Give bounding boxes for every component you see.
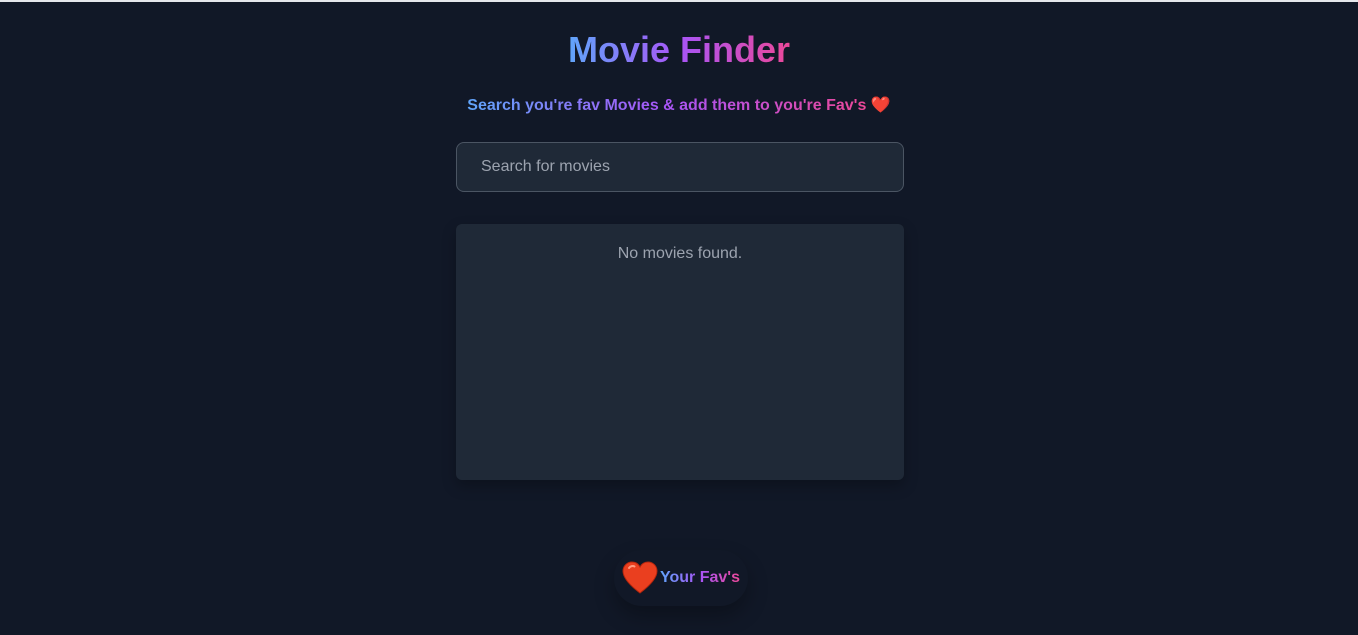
favorites-label: Your Fav's — [660, 569, 740, 586]
page-title-text: Movie Finder — [567, 29, 791, 70]
results-panel: No movies found. — [456, 224, 904, 480]
page-title: Movie Finder — [0, 30, 1358, 70]
subtitle-text: Search you're fav Movies & add them to y… — [467, 97, 867, 114]
page-subtitle: Search you're fav Movies & add them to y… — [0, 96, 1358, 116]
favorites-button[interactable]: Your Fav's — [614, 550, 748, 606]
empty-results-message: No movies found. — [617, 245, 743, 262]
search-input[interactable] — [456, 142, 904, 192]
heart-emoji-icon: ❤️ — [870, 97, 891, 114]
heart-icon — [622, 561, 658, 595]
